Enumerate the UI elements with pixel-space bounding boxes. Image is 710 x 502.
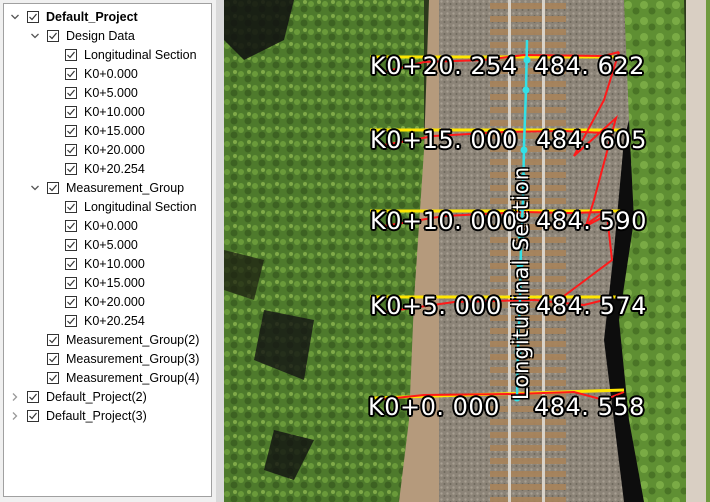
tree-item-label: K0+5.000 — [84, 237, 138, 252]
tree-item-label: K0+20.000 — [84, 294, 145, 309]
visibility-checkbox[interactable] — [65, 86, 77, 99]
visibility-checkbox[interactable] — [65, 67, 77, 80]
tree-item[interactable]: Default_Project(2) — [9, 387, 147, 406]
station-label: K0+0. 000 — [368, 393, 500, 421]
visibility-checkbox[interactable] — [65, 162, 77, 175]
project-tree-panel: Default_Project Design Data Longitudinal S… — [3, 3, 212, 497]
tree-item-label: K0+0.000 — [84, 66, 138, 81]
tree-item[interactable]: K0+5.000 — [65, 235, 138, 254]
tree-item[interactable]: K0+20.000 — [65, 140, 145, 159]
tree-item[interactable]: Default_Project(3) — [9, 406, 147, 425]
tree-item[interactable]: K0+20.000 — [65, 292, 145, 311]
visibility-checkbox[interactable] — [65, 314, 77, 327]
station-label: K0+5. 000 — [370, 292, 502, 320]
tree-item-label: K0+5.000 — [84, 85, 138, 100]
visibility-checkbox[interactable] — [47, 29, 59, 42]
visibility-checkbox[interactable] — [27, 10, 39, 23]
elevation-label: 484. 622 — [534, 52, 645, 80]
tree-item[interactable]: K0+20.254 — [65, 311, 145, 330]
tree-item-label: K0+0.000 — [84, 218, 138, 233]
visibility-checkbox[interactable] — [65, 295, 77, 308]
tree-item-label: Longitudinal Section — [84, 47, 197, 62]
station-label: K0+20. 254 — [370, 52, 518, 80]
tree-item[interactable]: K0+0.000 — [65, 216, 138, 235]
map-view[interactable]: K0+20. 254 484. 622 K0+15. 000 484. 605 K0+1… — [224, 0, 710, 502]
visibility-checkbox[interactable] — [65, 257, 77, 270]
tree-item-label: K0+10.000 — [84, 104, 145, 119]
tree-item[interactable]: Measurement_Group(4) — [29, 368, 199, 387]
tree-item[interactable]: K0+5.000 — [65, 83, 138, 102]
tree-item-label: Default_Project — [46, 9, 138, 24]
visibility-checkbox[interactable] — [47, 333, 59, 346]
tree-item[interactable]: Measurement_Group — [29, 178, 184, 197]
tree-item-label: K0+15.000 — [84, 275, 145, 290]
chevron-down-icon[interactable] — [9, 11, 21, 23]
elevation-label: 484. 605 — [536, 126, 647, 154]
tree-item-label: K0+10.000 — [84, 256, 145, 271]
tree-item[interactable]: K0+10.000 — [65, 254, 145, 273]
chevron-right-icon[interactable] — [9, 410, 21, 422]
tree-item-label: Measurement_Group(3) — [66, 351, 200, 366]
visibility-checkbox[interactable] — [27, 409, 39, 422]
tree-item[interactable]: Design Data — [29, 26, 135, 45]
visibility-checkbox[interactable] — [65, 219, 77, 232]
tree-item[interactable]: K0+15.000 — [65, 273, 145, 292]
visibility-checkbox[interactable] — [65, 143, 77, 156]
visibility-checkbox[interactable] — [47, 371, 59, 384]
tree-item-label: Default_Project(3) — [46, 408, 147, 423]
elevation-label: 484. 590 — [536, 207, 647, 235]
tree-item[interactable]: Default_Project — [9, 7, 138, 26]
tree-item-label: K0+20.000 — [84, 142, 145, 157]
tree-item[interactable]: K0+20.254 — [65, 159, 145, 178]
visibility-checkbox[interactable] — [65, 276, 77, 289]
visibility-checkbox[interactable] — [47, 181, 59, 194]
tree-item[interactable]: K0+0.000 — [65, 64, 138, 83]
visibility-checkbox[interactable] — [65, 105, 77, 118]
panel-splitter[interactable] — [216, 0, 224, 502]
chevron-right-icon[interactable] — [9, 391, 21, 403]
tree-item-label: K0+15.000 — [84, 123, 145, 138]
station-label: K0+10. 000 — [370, 207, 518, 235]
tree-item[interactable]: Longitudinal Section — [65, 197, 197, 216]
tree-item[interactable]: Measurement_Group(2) — [29, 330, 199, 349]
chevron-down-icon[interactable] — [29, 182, 41, 194]
visibility-checkbox[interactable] — [65, 124, 77, 137]
tree-item-label: K0+20.254 — [84, 161, 145, 176]
tree-item[interactable]: Longitudinal Section — [65, 45, 197, 64]
tree-item-label: Default_Project(2) — [46, 389, 147, 404]
visibility-checkbox[interactable] — [65, 200, 77, 213]
station-label: K0+15. 000 — [370, 126, 518, 154]
visibility-checkbox[interactable] — [65, 238, 77, 251]
tree-item-label: Measurement_Group(2) — [66, 332, 200, 347]
tree-item-label: Longitudinal Section — [84, 199, 197, 214]
tree-item-label: K0+20.254 — [84, 313, 145, 328]
tree-item-label: Design Data — [66, 28, 135, 43]
tree-item[interactable]: K0+15.000 — [65, 121, 145, 140]
tree-item-label: Measurement_Group(4) — [66, 370, 200, 385]
visibility-checkbox[interactable] — [27, 390, 39, 403]
tree-item[interactable]: K0+10.000 — [65, 102, 145, 121]
elevation-label: 484. 558 — [534, 393, 645, 421]
visibility-checkbox[interactable] — [47, 352, 59, 365]
visibility-checkbox[interactable] — [65, 48, 77, 61]
tree-item-label: Measurement_Group — [66, 180, 185, 195]
longitudinal-section-label: Longitudinal Section — [509, 165, 533, 400]
elevation-label: 484. 574 — [536, 292, 647, 320]
tree-item[interactable]: Measurement_Group(3) — [29, 349, 199, 368]
chevron-down-icon[interactable] — [29, 30, 41, 42]
